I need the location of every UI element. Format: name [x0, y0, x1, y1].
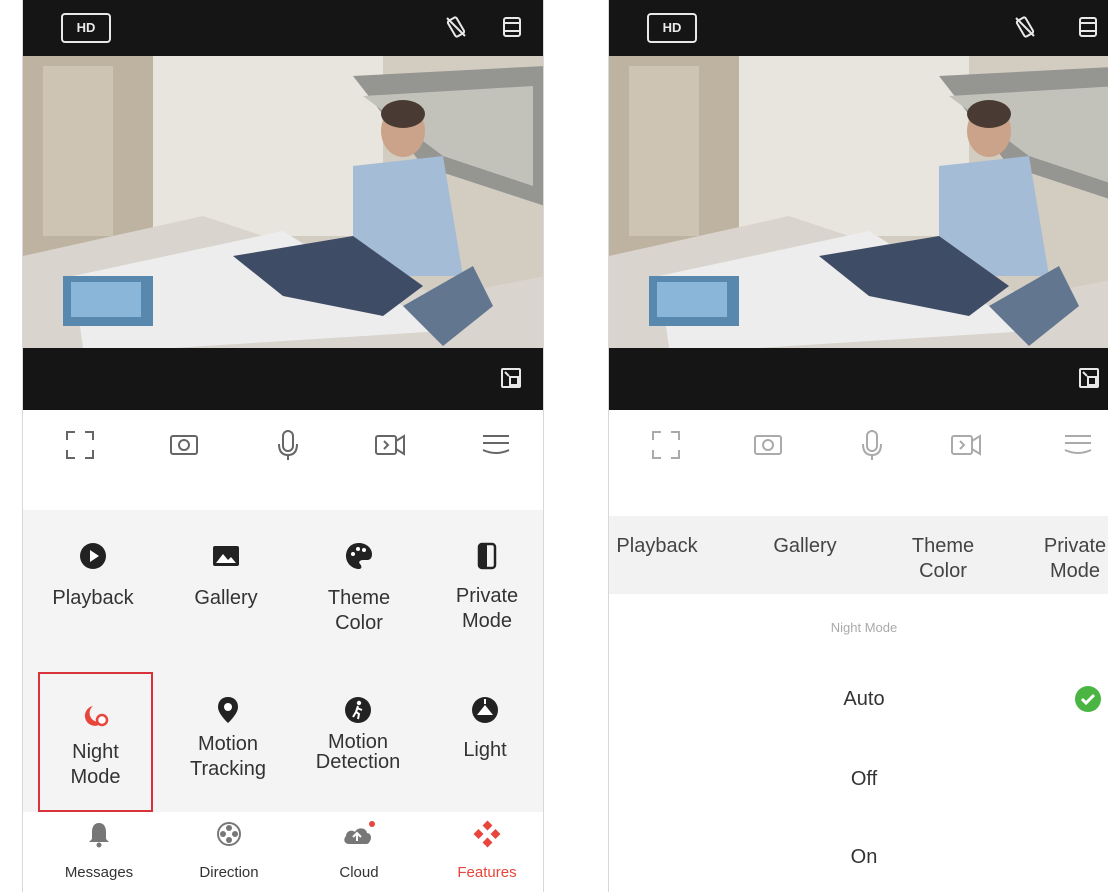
hd-quality-button[interactable]: HD	[61, 13, 111, 43]
record-video-icon[interactable]	[373, 428, 407, 462]
hd-quality-button[interactable]: HD	[647, 13, 697, 43]
nav-cloud[interactable]: Cloud	[299, 812, 419, 892]
bell-icon	[89, 823, 109, 848]
features-icon	[473, 820, 501, 848]
tab-private-mode[interactable]: Private Mode	[1015, 534, 1108, 584]
video-bottom-bar	[23, 348, 543, 410]
layout-icon[interactable]	[499, 14, 525, 40]
option-off[interactable]: Off	[609, 768, 1108, 791]
night-mode-title: Night Mode	[830, 620, 898, 635]
rotate-lock-icon[interactable]	[1012, 14, 1038, 40]
camera-controls-row	[23, 410, 543, 510]
feature-tab-row: Playback Gallery Theme Color Private Mod…	[609, 516, 1108, 594]
direction-pad-icon	[217, 822, 241, 846]
palette-icon	[346, 543, 372, 569]
video-top-bar: HD	[23, 0, 543, 56]
notification-dot	[369, 821, 375, 827]
feature-private-mode[interactable]: Private Mode	[427, 510, 543, 650]
feature-motion-tracking[interactable]: Motion Tracking	[168, 672, 288, 812]
camera-scene-image	[23, 56, 543, 348]
video-bottom-bar	[609, 348, 1108, 410]
feature-label: Gallery	[194, 587, 258, 609]
night-mode-sheet: Night Mode Auto Off On	[609, 594, 1108, 892]
picture-in-picture-icon[interactable]	[499, 366, 523, 390]
camera-live-view[interactable]	[23, 56, 543, 348]
screenshot-icon[interactable]	[167, 428, 201, 462]
nav-direction[interactable]: Direction	[169, 812, 289, 892]
tab-gallery[interactable]: Gallery	[745, 534, 865, 559]
feature-light[interactable]: Light	[425, 672, 543, 812]
check-icon	[1075, 686, 1101, 712]
feature-gallery[interactable]: Gallery	[166, 510, 286, 650]
record-video-icon[interactable]	[949, 428, 983, 462]
playback-icon	[80, 543, 106, 569]
location-pin-icon	[218, 697, 238, 723]
bottom-navigation: Messages Direction Cloud Features	[23, 812, 543, 892]
cloud-upload-icon	[344, 821, 375, 844]
private-mode-icon	[477, 542, 497, 570]
camera-scene-image	[609, 56, 1108, 348]
menu-collapse-icon[interactable]	[479, 428, 513, 462]
nav-features[interactable]: Features	[427, 812, 543, 892]
microphone-icon[interactable]	[271, 428, 305, 462]
feature-label: Theme Color	[327, 587, 391, 634]
video-top-bar: HD	[609, 0, 1108, 56]
phone-screen-night-mode: HD Playback Gallery Theme Color Private …	[608, 0, 1108, 892]
fullscreen-icon[interactable]	[63, 428, 97, 462]
gallery-icon	[213, 546, 239, 566]
feature-label: Light	[463, 739, 507, 761]
nav-label: Features	[457, 864, 517, 881]
fullscreen-icon[interactable]	[649, 428, 683, 462]
light-icon	[472, 697, 498, 723]
feature-theme-color[interactable]: Theme Color	[299, 510, 419, 650]
nav-label: Cloud	[339, 864, 379, 881]
feature-label: Motion Tracking	[190, 733, 266, 780]
microphone-icon[interactable]	[855, 428, 889, 462]
option-auto[interactable]: Auto	[609, 688, 1108, 711]
feature-label: Night Mode	[70, 741, 121, 788]
nav-label: Messages	[64, 864, 134, 881]
tab-theme-color[interactable]: Theme Color	[883, 534, 1003, 584]
camera-controls-row	[609, 410, 1108, 516]
walking-person-icon	[345, 697, 371, 723]
feature-label: Motion Detection	[315, 731, 401, 773]
night-mode-icon	[84, 706, 109, 727]
tab-playback[interactable]: Playback	[609, 534, 717, 559]
features-grid: Playback Gallery Theme Color Private Mod…	[23, 510, 543, 812]
screenshot-icon[interactable]	[751, 428, 785, 462]
feature-label: Playback	[52, 587, 134, 609]
menu-collapse-icon[interactable]	[1061, 428, 1095, 462]
nav-messages[interactable]: Messages	[39, 812, 159, 892]
feature-motion-detection[interactable]: Motion Detection	[293, 672, 423, 812]
feature-label: Private Mode	[455, 585, 519, 632]
rotate-lock-icon[interactable]	[443, 14, 469, 40]
layout-icon[interactable]	[1075, 14, 1101, 40]
phone-screen-features: HD Playback Gallery Theme Color Private …	[22, 0, 544, 892]
nav-label: Direction	[199, 864, 259, 881]
feature-playback[interactable]: Playback	[33, 510, 153, 650]
option-on[interactable]: On	[609, 846, 1108, 869]
feature-night-mode[interactable]: Night Mode	[38, 672, 153, 812]
camera-live-view[interactable]	[609, 56, 1108, 348]
picture-in-picture-icon[interactable]	[1077, 366, 1101, 390]
